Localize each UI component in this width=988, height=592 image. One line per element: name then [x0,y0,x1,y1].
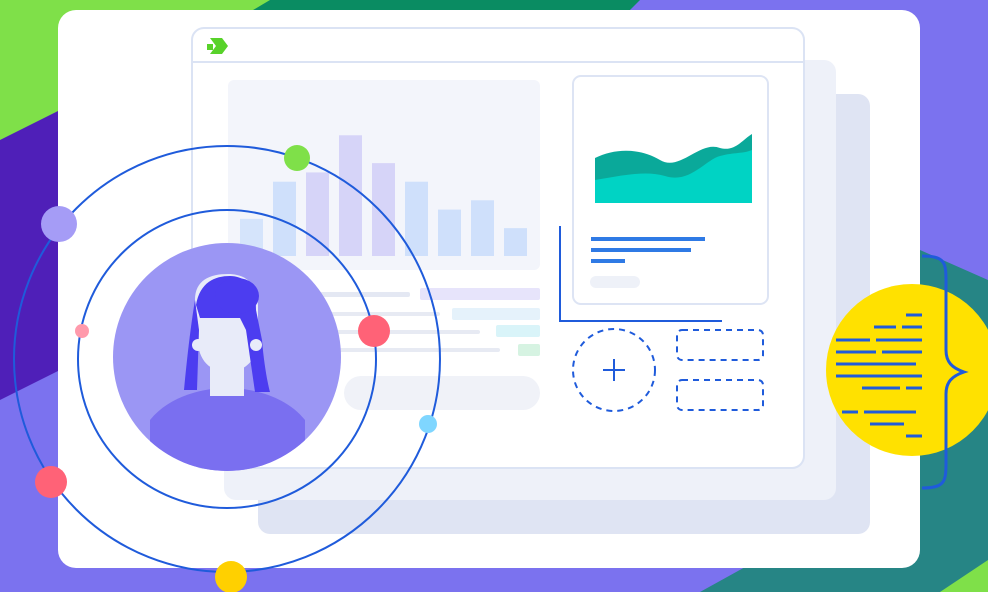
orbit-dot-cyan [419,415,437,433]
card-text-line [591,248,691,252]
text-line [518,344,540,356]
text-line [320,312,440,316]
chart-bar-3 [306,172,329,256]
card-text-line [591,237,705,241]
chart-bar-6 [405,181,428,256]
orbit-dot-lavender [41,206,77,242]
orbit-dot-red [358,315,390,347]
chart-bar-8 [471,200,494,256]
text-line [330,330,480,334]
chart-bar-5 [372,163,395,256]
card-text-line [591,259,625,263]
orbit-dot-red [35,466,67,498]
text-line [420,288,540,300]
orbit-dot-pink [75,324,89,338]
card-button-placeholder [590,276,640,288]
text-line [330,348,500,352]
chart-bar-7 [438,209,461,256]
text-line [452,308,540,320]
chart-bar-4 [339,135,362,256]
orbit-dot-yellow [215,561,247,592]
chart-bar-9 [504,228,527,256]
bg-deep-purple [0,110,60,400]
text-line [496,325,540,337]
illustration [0,0,988,592]
orbit-dot-green [284,145,310,171]
